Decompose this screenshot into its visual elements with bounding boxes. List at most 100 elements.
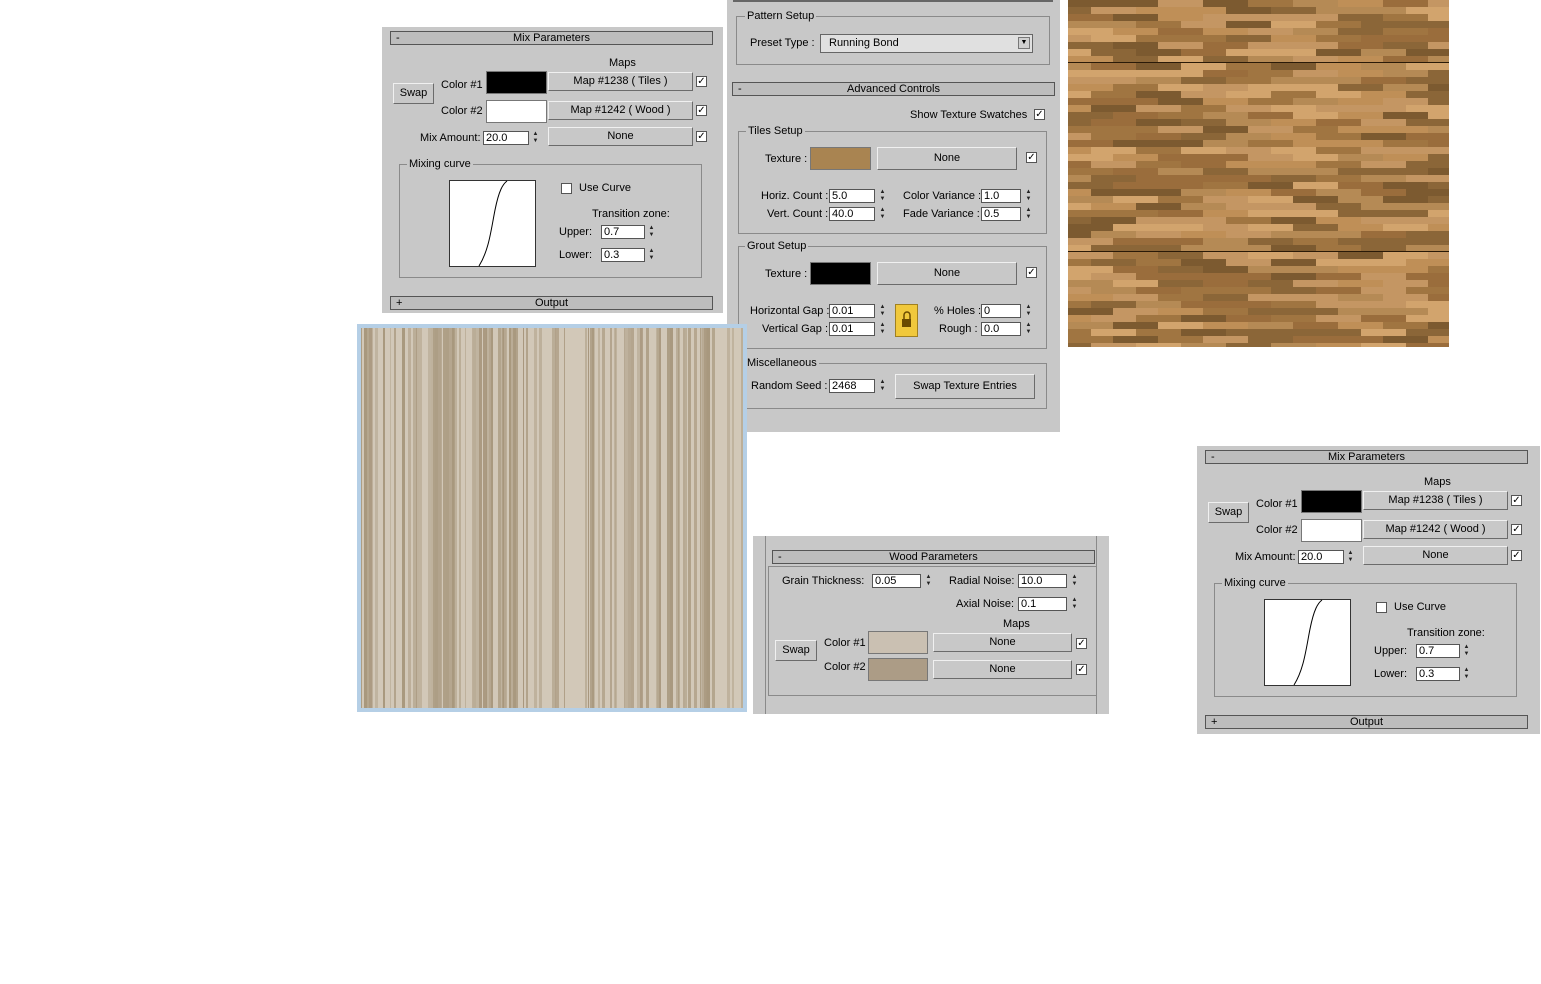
horizontal-gap-spinner[interactable]: 0.01 ▲ ▼ [829, 304, 889, 318]
lower-input[interactable]: 0.3 [601, 248, 645, 262]
radial-noise-spinner[interactable]: 10.0 ▲ ▼ [1018, 574, 1080, 588]
color2-map-checkbox[interactable]: ✓ [696, 105, 707, 116]
holes-input[interactable]: 0 [981, 304, 1021, 318]
color2-swatch[interactable] [1301, 519, 1362, 542]
mix-amount-input[interactable]: 20.0 [1298, 550, 1344, 564]
wood-parameters-rollout-header[interactable]: - Wood Parameters [772, 550, 1095, 564]
spinner-arrows-icon[interactable]: ▲ ▼ [1024, 322, 1033, 336]
use-curve-checkbox[interactable] [1376, 602, 1387, 613]
fade-variance-spinner[interactable]: 0.5 ▲ ▼ [981, 207, 1037, 221]
mix-parameters-rollout-header[interactable]: - Mix Parameters [390, 31, 713, 45]
spinner-arrows-icon[interactable]: ▲ ▼ [531, 131, 540, 145]
spinner-arrows-icon[interactable]: ▲ ▼ [647, 248, 656, 262]
spinner-arrows-icon[interactable]: ▲ ▼ [878, 322, 887, 336]
grout-texture-swatch[interactable] [810, 262, 871, 285]
vert-count-spinner[interactable]: 40.0 ▲ ▼ [829, 207, 889, 221]
spinner-arrows-icon[interactable]: ▲ ▼ [1070, 597, 1079, 611]
grout-texture-checkbox[interactable]: ✓ [1026, 267, 1037, 278]
color2-swatch[interactable] [486, 100, 547, 123]
swap-button[interactable]: Swap [1208, 502, 1249, 523]
mix-amount-map-checkbox[interactable]: ✓ [1511, 550, 1522, 561]
lower-spinner[interactable]: 0.3 ▲ ▼ [601, 248, 658, 262]
spinner-arrows-icon[interactable]: ▲ ▼ [1462, 644, 1471, 658]
advanced-controls-rollout-header[interactable]: - Advanced Controls [732, 82, 1055, 96]
color2-map-button[interactable]: Map #1242 ( Wood ) [1363, 520, 1508, 539]
mix-amount-input[interactable]: 20.0 [483, 131, 529, 145]
random-seed-input[interactable]: 2468 [829, 379, 875, 393]
lock-icon[interactable] [895, 304, 918, 337]
output-rollout-header[interactable]: + Output [390, 296, 713, 310]
lower-input[interactable]: 0.3 [1416, 667, 1460, 681]
color1-map-button[interactable]: Map #1238 ( Tiles ) [1363, 491, 1508, 510]
swap-texture-entries-button[interactable]: Swap Texture Entries [895, 374, 1035, 399]
radial-noise-input[interactable]: 10.0 [1018, 574, 1067, 588]
spinner-arrows-icon[interactable]: ▲ ▼ [878, 207, 887, 221]
upper-input[interactable]: 0.7 [601, 225, 645, 239]
swap-button[interactable]: Swap [775, 640, 817, 661]
mix-amount-spinner[interactable]: 20.0 ▲ ▼ [483, 131, 543, 145]
spinner-arrows-icon[interactable]: ▲ ▼ [878, 379, 887, 393]
color-variance-spinner[interactable]: 1.0 ▲ ▼ [981, 189, 1037, 203]
use-curve-checkbox[interactable] [561, 183, 572, 194]
color1-map-button[interactable]: Map #1238 ( Tiles ) [548, 72, 693, 91]
mix-amount-map-button[interactable]: None [548, 127, 693, 146]
mix-parameters-rollout-header[interactable]: - Mix Parameters [1205, 450, 1528, 464]
fade-variance-input[interactable]: 0.5 [981, 207, 1021, 221]
output-rollout-header[interactable]: + Output [1205, 715, 1528, 729]
holes-spinner[interactable]: 0 ▲ ▼ [981, 304, 1037, 318]
rough-input[interactable]: 0.0 [981, 322, 1021, 336]
color1-map-checkbox[interactable]: ✓ [1076, 638, 1087, 649]
spinner-arrows-icon[interactable]: ▲ ▼ [924, 574, 933, 588]
mix-amount-map-checkbox[interactable]: ✓ [696, 131, 707, 142]
vertical-gap-input[interactable]: 0.01 [829, 322, 875, 336]
color1-swatch[interactable] [1301, 490, 1362, 513]
tile-brick [1361, 77, 1406, 84]
color1-map-button[interactable]: None [933, 633, 1072, 652]
chevron-down-icon[interactable]: ▼ [1018, 37, 1030, 49]
spinner-arrows-icon[interactable]: ▲ ▼ [1462, 667, 1471, 681]
random-seed-spinner[interactable]: 2468 ▲ ▼ [829, 379, 889, 393]
color2-map-button[interactable]: Map #1242 ( Wood ) [548, 101, 693, 120]
color-variance-input[interactable]: 1.0 [981, 189, 1021, 203]
spinner-arrows-icon[interactable]: ▲ ▼ [1346, 550, 1355, 564]
tiles-texture-map-button[interactable]: None [877, 147, 1017, 170]
axial-noise-spinner[interactable]: 0.1 ▲ ▼ [1018, 597, 1080, 611]
upper-input[interactable]: 0.7 [1416, 644, 1460, 658]
spinner-arrows-icon[interactable]: ▲ ▼ [1024, 304, 1033, 318]
spinner-arrows-icon[interactable]: ▲ ▼ [1070, 574, 1079, 588]
grain-thickness-spinner[interactable]: 0.05 ▲ ▼ [872, 574, 935, 588]
grain-thickness-input[interactable]: 0.05 [872, 574, 921, 588]
show-texture-swatches-checkbox[interactable]: ✓ [1034, 109, 1045, 120]
horiz-count-spinner[interactable]: 5.0 ▲ ▼ [829, 189, 889, 203]
mix-amount-spinner[interactable]: 20.0 ▲ ▼ [1298, 550, 1358, 564]
spinner-arrows-icon[interactable]: ▲ ▼ [1024, 189, 1033, 203]
spinner-arrows-icon[interactable]: ▲ ▼ [1024, 207, 1033, 221]
spinner-arrows-icon[interactable]: ▲ ▼ [647, 225, 656, 239]
preset-type-dropdown[interactable]: Running Bond ▼ [820, 34, 1033, 53]
lower-spinner[interactable]: 0.3 ▲ ▼ [1416, 667, 1473, 681]
horiz-count-input[interactable]: 5.0 [829, 189, 875, 203]
vert-count-input[interactable]: 40.0 [829, 207, 875, 221]
color2-swatch[interactable] [868, 658, 928, 681]
color1-swatch[interactable] [868, 631, 928, 654]
color2-map-button[interactable]: None [933, 660, 1072, 679]
axial-noise-input[interactable]: 0.1 [1018, 597, 1067, 611]
tiles-texture-swatch[interactable] [810, 147, 871, 170]
upper-spinner[interactable]: 0.7 ▲ ▼ [1416, 644, 1473, 658]
vertical-gap-spinner[interactable]: 0.01 ▲ ▼ [829, 322, 889, 336]
upper-spinner[interactable]: 0.7 ▲ ▼ [601, 225, 658, 239]
color2-map-checkbox[interactable]: ✓ [1511, 524, 1522, 535]
swap-button[interactable]: Swap [393, 83, 434, 104]
grout-texture-map-button[interactable]: None [877, 262, 1017, 285]
mix-amount-map-button[interactable]: None [1363, 546, 1508, 565]
tiles-texture-checkbox[interactable]: ✓ [1026, 152, 1037, 163]
spinner-arrows-icon[interactable]: ▲ ▼ [878, 189, 887, 203]
rough-spinner[interactable]: 0.0 ▲ ▼ [981, 322, 1037, 336]
color2-map-checkbox[interactable]: ✓ [1076, 664, 1087, 675]
spinner-arrows-icon[interactable]: ▲ ▼ [878, 304, 887, 318]
color1-map-checkbox[interactable]: ✓ [1511, 495, 1522, 506]
lower-label: Lower: [559, 249, 593, 261]
horizontal-gap-input[interactable]: 0.01 [829, 304, 875, 318]
color1-map-checkbox[interactable]: ✓ [696, 76, 707, 87]
color1-swatch[interactable] [486, 71, 547, 94]
